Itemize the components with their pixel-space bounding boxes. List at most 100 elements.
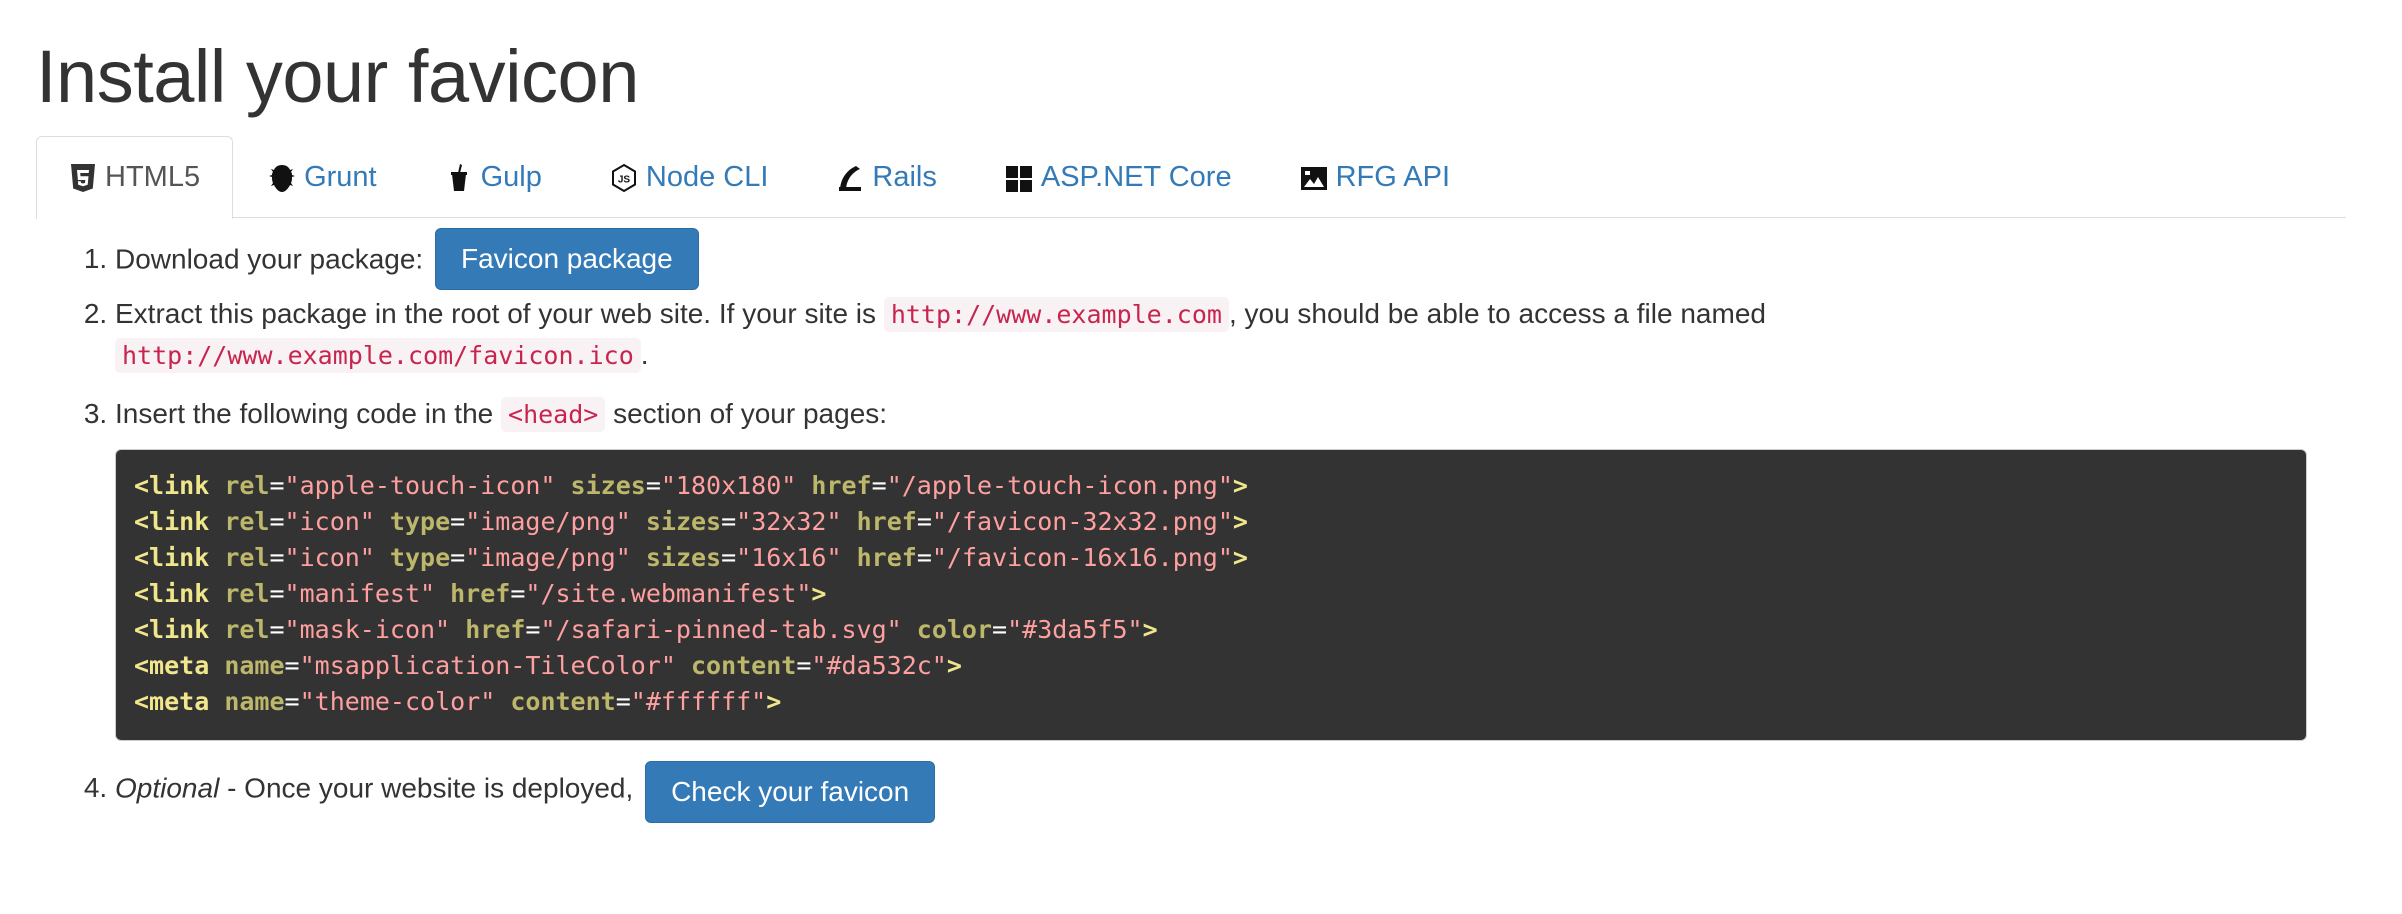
step-check: Optional - Once your website is deployed…	[115, 759, 2402, 823]
code-attr-value: "image/png"	[465, 543, 631, 572]
code-attr-value: "#3da5f5"	[1007, 615, 1143, 644]
gulp-icon	[450, 163, 467, 191]
nodejs-icon: JS	[611, 163, 636, 192]
platform-tabs: HTML5 Grunt Gulp JS Node CLI Rails ASP.N…	[36, 135, 2346, 219]
code-attr-name: href	[856, 543, 917, 572]
code-tag: <link	[134, 543, 210, 572]
code-attr-value: "/safari-pinned-tab.svg"	[540, 615, 902, 644]
code-equals: =	[796, 651, 812, 680]
grunt-icon	[269, 164, 296, 192]
tab-label: ASP.NET Core	[1040, 161, 1232, 193]
code-attr-name: href	[856, 507, 917, 536]
code-equals: =	[269, 579, 285, 608]
code-tag: <meta	[134, 651, 210, 680]
code-attr-value: "msapplication-TileColor"	[299, 651, 676, 680]
code-attr-value: "mask-icon"	[284, 615, 451, 644]
code-attr-name: href	[465, 615, 526, 644]
code-equals: =	[269, 471, 285, 500]
code-line: <link rel="mask-icon" href="/safari-pinn…	[134, 612, 2288, 648]
code-tag-close: >	[766, 687, 782, 716]
code-attr-value: "#ffffff"	[630, 687, 767, 716]
code-attr-name: name	[224, 651, 285, 680]
code-attr-name: content	[510, 687, 616, 716]
code-attr-name: href	[811, 471, 872, 500]
code-attr-value: "/favicon-16x16.png"	[931, 543, 1233, 572]
tab-grunt[interactable]: Grunt	[235, 137, 410, 217]
code-equals: =	[269, 543, 285, 572]
code-equals: =	[916, 507, 932, 536]
code-attr-name: rel	[224, 543, 270, 572]
tab-label: Rails	[872, 161, 937, 193]
code-attr-value: "icon"	[284, 543, 375, 572]
code-equals: =	[284, 687, 300, 716]
tab-label: HTML5	[105, 161, 201, 193]
code-equals: =	[871, 471, 887, 500]
tab-label: RFG API	[1335, 161, 1451, 193]
code-attr-value: "#da532c"	[811, 651, 947, 680]
svg-text:JS: JS	[618, 174, 631, 185]
code-attr-value: "/site.webmanifest"	[525, 579, 812, 608]
favicon-package-button[interactable]: Favicon package	[434, 228, 699, 290]
step-text: Extract this package in the root of your…	[115, 298, 877, 329]
code-tag-close: >	[946, 651, 962, 680]
code-attr-value: "theme-color"	[299, 687, 496, 716]
code-line: <link rel="icon" type="image/png" sizes=…	[134, 504, 2288, 540]
code-equals: =	[269, 615, 285, 644]
install-steps: Download your package: Favicon package E…	[36, 228, 2402, 823]
code-attr-value: "16x16"	[736, 543, 842, 572]
code-attr-value: "180x180"	[660, 471, 797, 500]
code-tag-close: >	[1232, 543, 1248, 572]
favicon-code-block[interactable]: <link rel="apple-touch-icon" sizes="180x…	[115, 449, 2307, 741]
tab-aspnet-core[interactable]: ASP.NET Core	[972, 137, 1265, 217]
code-attr-name: sizes	[645, 507, 722, 536]
optional-label: Optional	[115, 772, 220, 804]
example-site-url: http://www.example.com	[883, 297, 1229, 332]
code-attr-value: "32x32"	[736, 507, 842, 536]
code-attr-value: "image/png"	[465, 507, 631, 536]
code-line: <link rel="apple-touch-icon" sizes="180x…	[134, 468, 2288, 504]
code-tag: <link	[134, 579, 210, 608]
code-attr-name: href	[450, 579, 511, 608]
code-equals: =	[721, 507, 737, 536]
code-equals: =	[450, 507, 466, 536]
code-attr-value: "/apple-touch-icon.png"	[886, 471, 1233, 500]
step-text: .	[640, 339, 649, 370]
code-attr-name: type	[389, 543, 451, 572]
code-line: <link rel="manifest" href="/site.webmani…	[134, 576, 2288, 612]
code-attr-name: rel	[224, 471, 270, 500]
step-download: Download your package: Favicon package	[115, 228, 2402, 294]
tab-gulp[interactable]: Gulp	[412, 137, 575, 217]
code-equals: =	[284, 651, 300, 680]
code-attr-name: rel	[224, 615, 270, 644]
code-tag-close: >	[811, 579, 827, 608]
step-text: section of your pages:	[613, 398, 888, 429]
code-attr-name: sizes	[645, 543, 722, 572]
check-favicon-button[interactable]: Check your favicon	[645, 761, 936, 823]
tab-rfg-api[interactable]: RFG API	[1267, 137, 1483, 217]
tab-node-cli[interactable]: JS Node CLI	[577, 137, 802, 217]
tab-html5[interactable]: HTML5	[36, 135, 234, 219]
code-attr-name: type	[389, 507, 451, 536]
code-equals: =	[450, 543, 466, 572]
code-attr-name: rel	[224, 579, 270, 608]
code-attr-name: color	[916, 615, 993, 644]
rfg-api-icon	[1300, 166, 1327, 190]
head-tag-code: <head>	[501, 397, 606, 432]
code-equals: =	[269, 507, 285, 536]
example-favicon-url: http://www.example.com/favicon.ico	[115, 338, 641, 373]
tab-rails[interactable]: Rails	[803, 137, 969, 217]
html5-icon	[71, 163, 95, 192]
code-tag: <link	[134, 471, 210, 500]
step-text: Insert the following code in the	[115, 398, 494, 429]
code-attr-value: "/favicon-32x32.png"	[931, 507, 1233, 536]
code-attr-name: content	[690, 651, 797, 680]
code-equals: =	[615, 687, 631, 716]
code-attr-name: name	[224, 687, 285, 716]
tab-label: Gulp	[480, 161, 542, 193]
page-title: Install your favicon	[36, 35, 639, 118]
code-attr-name: sizes	[570, 471, 646, 500]
tab-label: Grunt	[304, 161, 377, 193]
code-attr-value: "manifest"	[284, 579, 436, 608]
step-extract: Extract this package in the root of your…	[115, 294, 2402, 394]
code-equals: =	[992, 615, 1008, 644]
